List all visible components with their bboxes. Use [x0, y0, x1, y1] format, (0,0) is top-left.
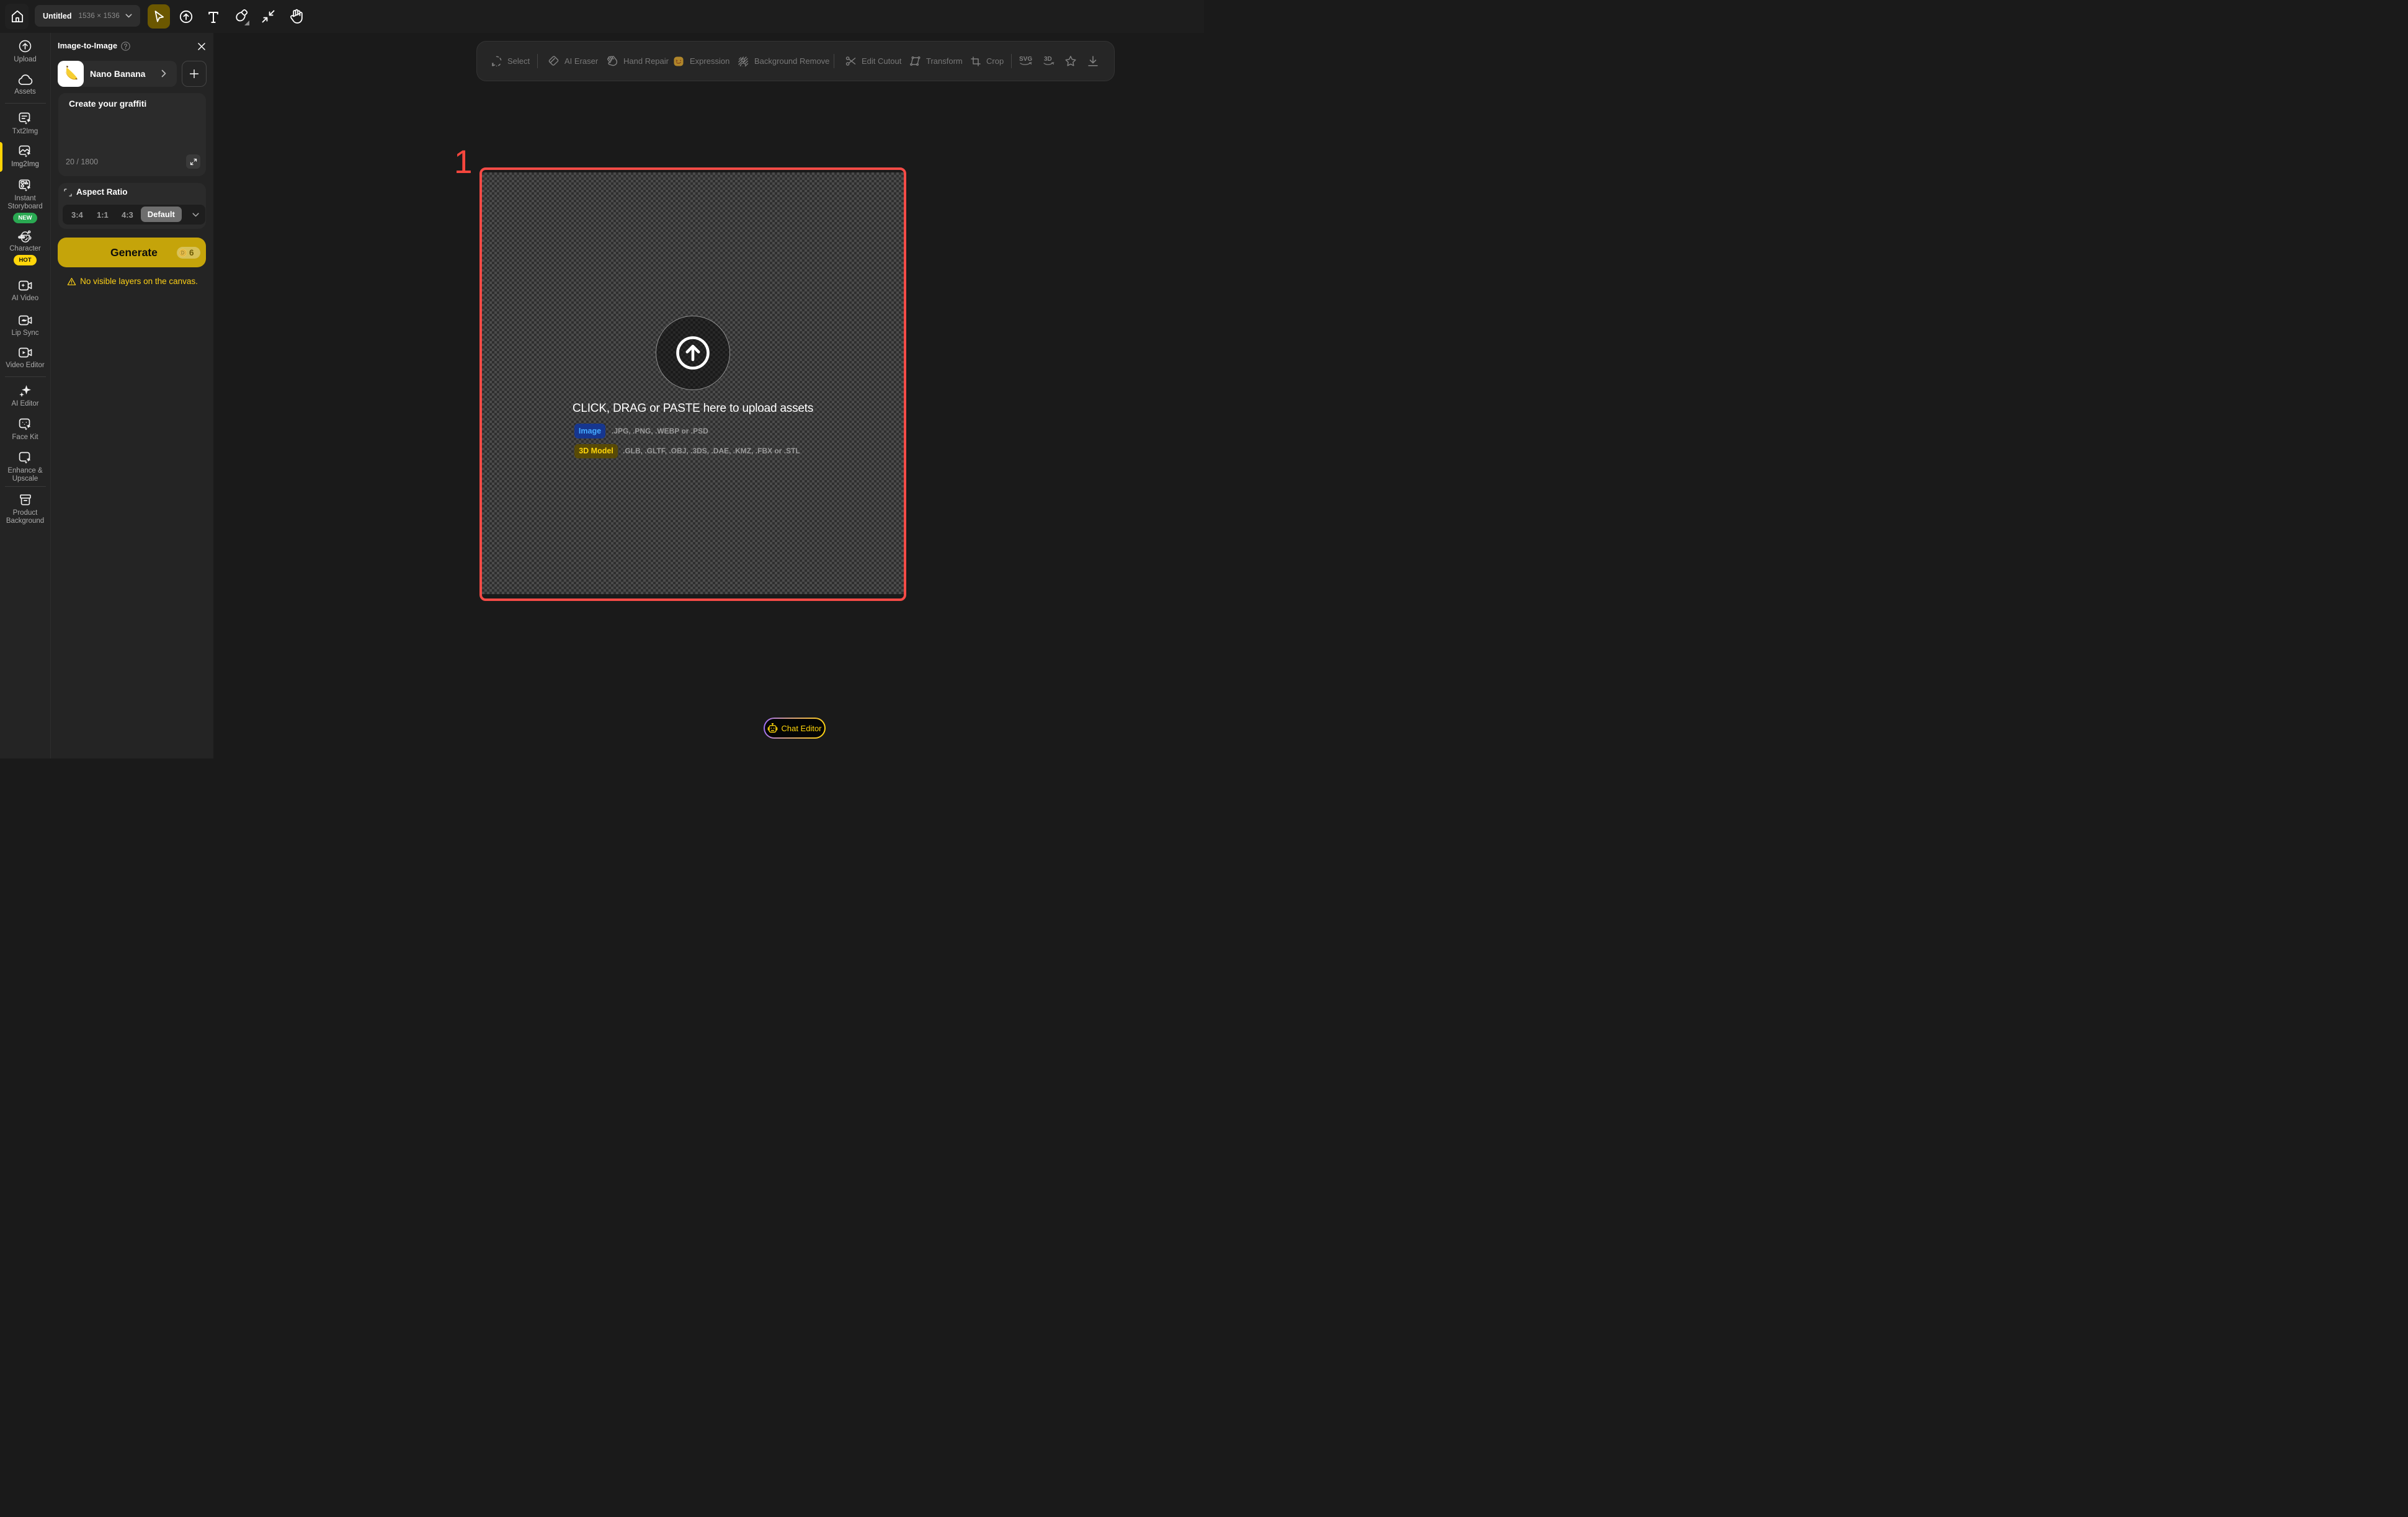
svg-text:3D: 3D: [1044, 56, 1052, 63]
svg-text:SVG: SVG: [1019, 56, 1032, 63]
svg-text:D: D: [181, 250, 184, 256]
